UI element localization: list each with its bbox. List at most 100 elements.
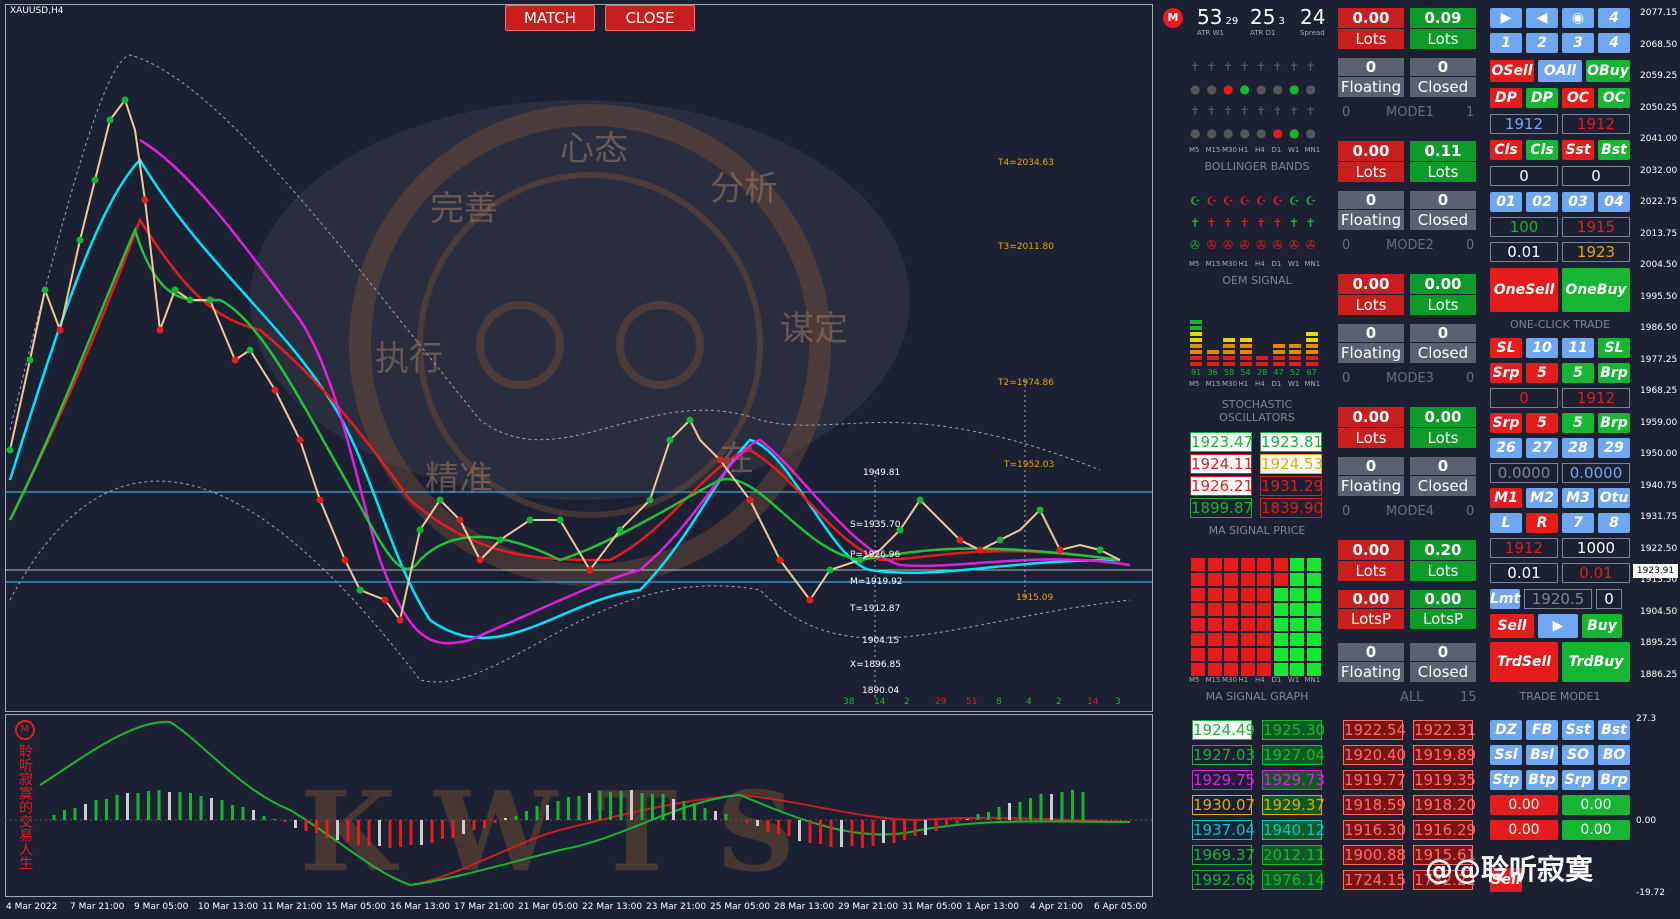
panel-field[interactable]: 0: [1562, 166, 1630, 186]
panel-button[interactable]: M2: [1526, 488, 1558, 508]
panel-field[interactable]: 0: [1490, 388, 1558, 408]
bottom-panel-button[interactable]: BO: [1598, 745, 1630, 765]
sell-lots-label[interactable]: Lots: [1338, 29, 1404, 49]
buy-lots-label[interactable]: Lots: [1410, 561, 1476, 581]
panel-button[interactable]: ▶: [1490, 8, 1522, 28]
panel-field[interactable]: 0: [1490, 166, 1558, 186]
panel-field[interactable]: 1915: [1562, 217, 1630, 237]
panel-button[interactable]: TrdSell: [1490, 642, 1558, 682]
buy-button[interactable]: Buy: [1582, 614, 1622, 638]
limit-button[interactable]: Lmt: [1490, 589, 1520, 609]
all-closed-label[interactable]: Closed: [1410, 662, 1476, 682]
panel-field[interactable]: 1912: [1562, 114, 1630, 134]
panel-button[interactable]: Cls: [1526, 140, 1558, 160]
panel-button[interactable]: 28: [1562, 438, 1594, 458]
bottom-panel-button[interactable]: Stp: [1490, 770, 1522, 790]
sell-lots-label[interactable]: Lots: [1338, 295, 1404, 315]
panel-button[interactable]: 11: [1562, 338, 1594, 358]
closed-label[interactable]: Closed: [1410, 476, 1476, 496]
floating-label[interactable]: Floating: [1338, 343, 1404, 363]
panel-field[interactable]: 1912: [1490, 538, 1558, 558]
panel-button[interactable]: 03: [1562, 192, 1594, 212]
panel-field[interactable]: 1923: [1562, 242, 1630, 262]
panel-button[interactable]: 1: [1490, 33, 1522, 53]
panel-button[interactable]: OC: [1562, 88, 1594, 108]
panel-button[interactable]: 4: [1598, 8, 1630, 28]
panel-button[interactable]: 7: [1562, 513, 1594, 533]
buy-lots-label[interactable]: Lots: [1410, 295, 1476, 315]
bottom-panel-button[interactable]: Srp: [1562, 770, 1594, 790]
panel-button[interactable]: OneBuy: [1562, 268, 1630, 312]
panel-button[interactable]: DP: [1526, 88, 1558, 108]
lotsp-buy-button[interactable]: LotsP: [1410, 609, 1476, 629]
panel-button[interactable]: SL: [1490, 338, 1522, 358]
panel-button[interactable]: TrdBuy: [1562, 642, 1630, 682]
closed-label[interactable]: Closed: [1410, 77, 1476, 97]
panel-button[interactable]: 02: [1526, 192, 1558, 212]
panel-field[interactable]: 0.01: [1562, 563, 1630, 583]
panel-button[interactable]: Bst: [1598, 140, 1630, 160]
panel-button[interactable]: 4: [1598, 33, 1630, 53]
closed-label[interactable]: Closed: [1410, 210, 1476, 230]
panel-button[interactable]: Srp: [1490, 363, 1522, 383]
floating-label[interactable]: Floating: [1338, 210, 1404, 230]
sell-button[interactable]: Sell: [1490, 614, 1534, 638]
bottom-panel-button[interactable]: Btp: [1526, 770, 1558, 790]
panel-button[interactable]: 5: [1562, 413, 1594, 433]
panel-button[interactable]: Cls: [1490, 140, 1522, 160]
panel-button[interactable]: ◀: [1526, 8, 1558, 28]
panel-button[interactable]: M3: [1562, 488, 1594, 508]
bottom-panel-button[interactable]: Bsl: [1526, 745, 1558, 765]
panel-field[interactable]: 0.01: [1490, 242, 1558, 262]
panel-button[interactable]: 29: [1598, 438, 1630, 458]
panel-button[interactable]: 5: [1526, 413, 1558, 433]
bottom-panel-button[interactable]: SO: [1562, 745, 1594, 765]
panel-button[interactable]: M1: [1490, 488, 1522, 508]
buy-lots-label[interactable]: Lots: [1410, 29, 1476, 49]
bottom-panel-button[interactable]: DZ: [1490, 720, 1522, 740]
panel-button[interactable]: Srp: [1490, 413, 1522, 433]
lotsp-sell-button[interactable]: LotsP: [1338, 609, 1404, 629]
sell-lots-label[interactable]: Lots: [1338, 428, 1404, 448]
panel-button[interactable]: L: [1490, 513, 1522, 533]
panel-button[interactable]: Sst: [1562, 140, 1594, 160]
panel-button[interactable]: 5: [1526, 363, 1558, 383]
limit-price-field[interactable]: 1920.5: [1524, 589, 1592, 609]
panel-button[interactable]: 04: [1598, 192, 1630, 212]
panel-field[interactable]: 100: [1490, 217, 1558, 237]
match-button[interactable]: MATCH: [505, 5, 595, 31]
panel-button[interactable]: OBuy: [1586, 60, 1630, 82]
panel-button[interactable]: ◉: [1562, 8, 1594, 28]
bottom-panel-button[interactable]: Bst: [1598, 720, 1630, 740]
buy-lots-label[interactable]: Lots: [1410, 162, 1476, 182]
buy-lots-label[interactable]: Lots: [1410, 428, 1476, 448]
all-floating-label[interactable]: Floating: [1338, 662, 1404, 682]
closed-label[interactable]: Closed: [1410, 343, 1476, 363]
panel-button[interactable]: OC: [1598, 88, 1630, 108]
panel-field[interactable]: 0.0000: [1490, 463, 1558, 483]
floating-label[interactable]: Floating: [1338, 476, 1404, 496]
bottom-panel-button[interactable]: Sst: [1562, 720, 1594, 740]
panel-button[interactable]: 5: [1562, 363, 1594, 383]
panel-button[interactable]: 26: [1490, 438, 1522, 458]
panel-button[interactable]: Otu: [1598, 488, 1630, 508]
panel-button[interactable]: 3: [1562, 33, 1594, 53]
panel-button[interactable]: DP: [1490, 88, 1522, 108]
close-button[interactable]: CLOSE: [605, 5, 695, 31]
panel-field[interactable]: 0.01: [1490, 563, 1558, 583]
bottom-panel-button[interactable]: Brp: [1598, 770, 1630, 790]
panel-button[interactable]: 10: [1526, 338, 1558, 358]
panel-button[interactable]: 27: [1526, 438, 1558, 458]
panel-button[interactable]: 01: [1490, 192, 1522, 212]
panel-button[interactable]: OneSell: [1490, 268, 1558, 312]
floating-label[interactable]: Floating: [1338, 77, 1404, 97]
panel-button[interactable]: 2: [1526, 33, 1558, 53]
panel-field[interactable]: 1912: [1562, 388, 1630, 408]
panel-button[interactable]: Brp: [1598, 413, 1630, 433]
bottom-panel-button[interactable]: FB: [1526, 720, 1558, 740]
panel-field[interactable]: 1912: [1490, 114, 1558, 134]
panel-field[interactable]: 0.0000: [1562, 463, 1630, 483]
play-button[interactable]: ▶: [1538, 614, 1578, 638]
limit-offset-field[interactable]: 0: [1596, 589, 1622, 609]
sell-lots-label[interactable]: Lots: [1338, 561, 1404, 581]
